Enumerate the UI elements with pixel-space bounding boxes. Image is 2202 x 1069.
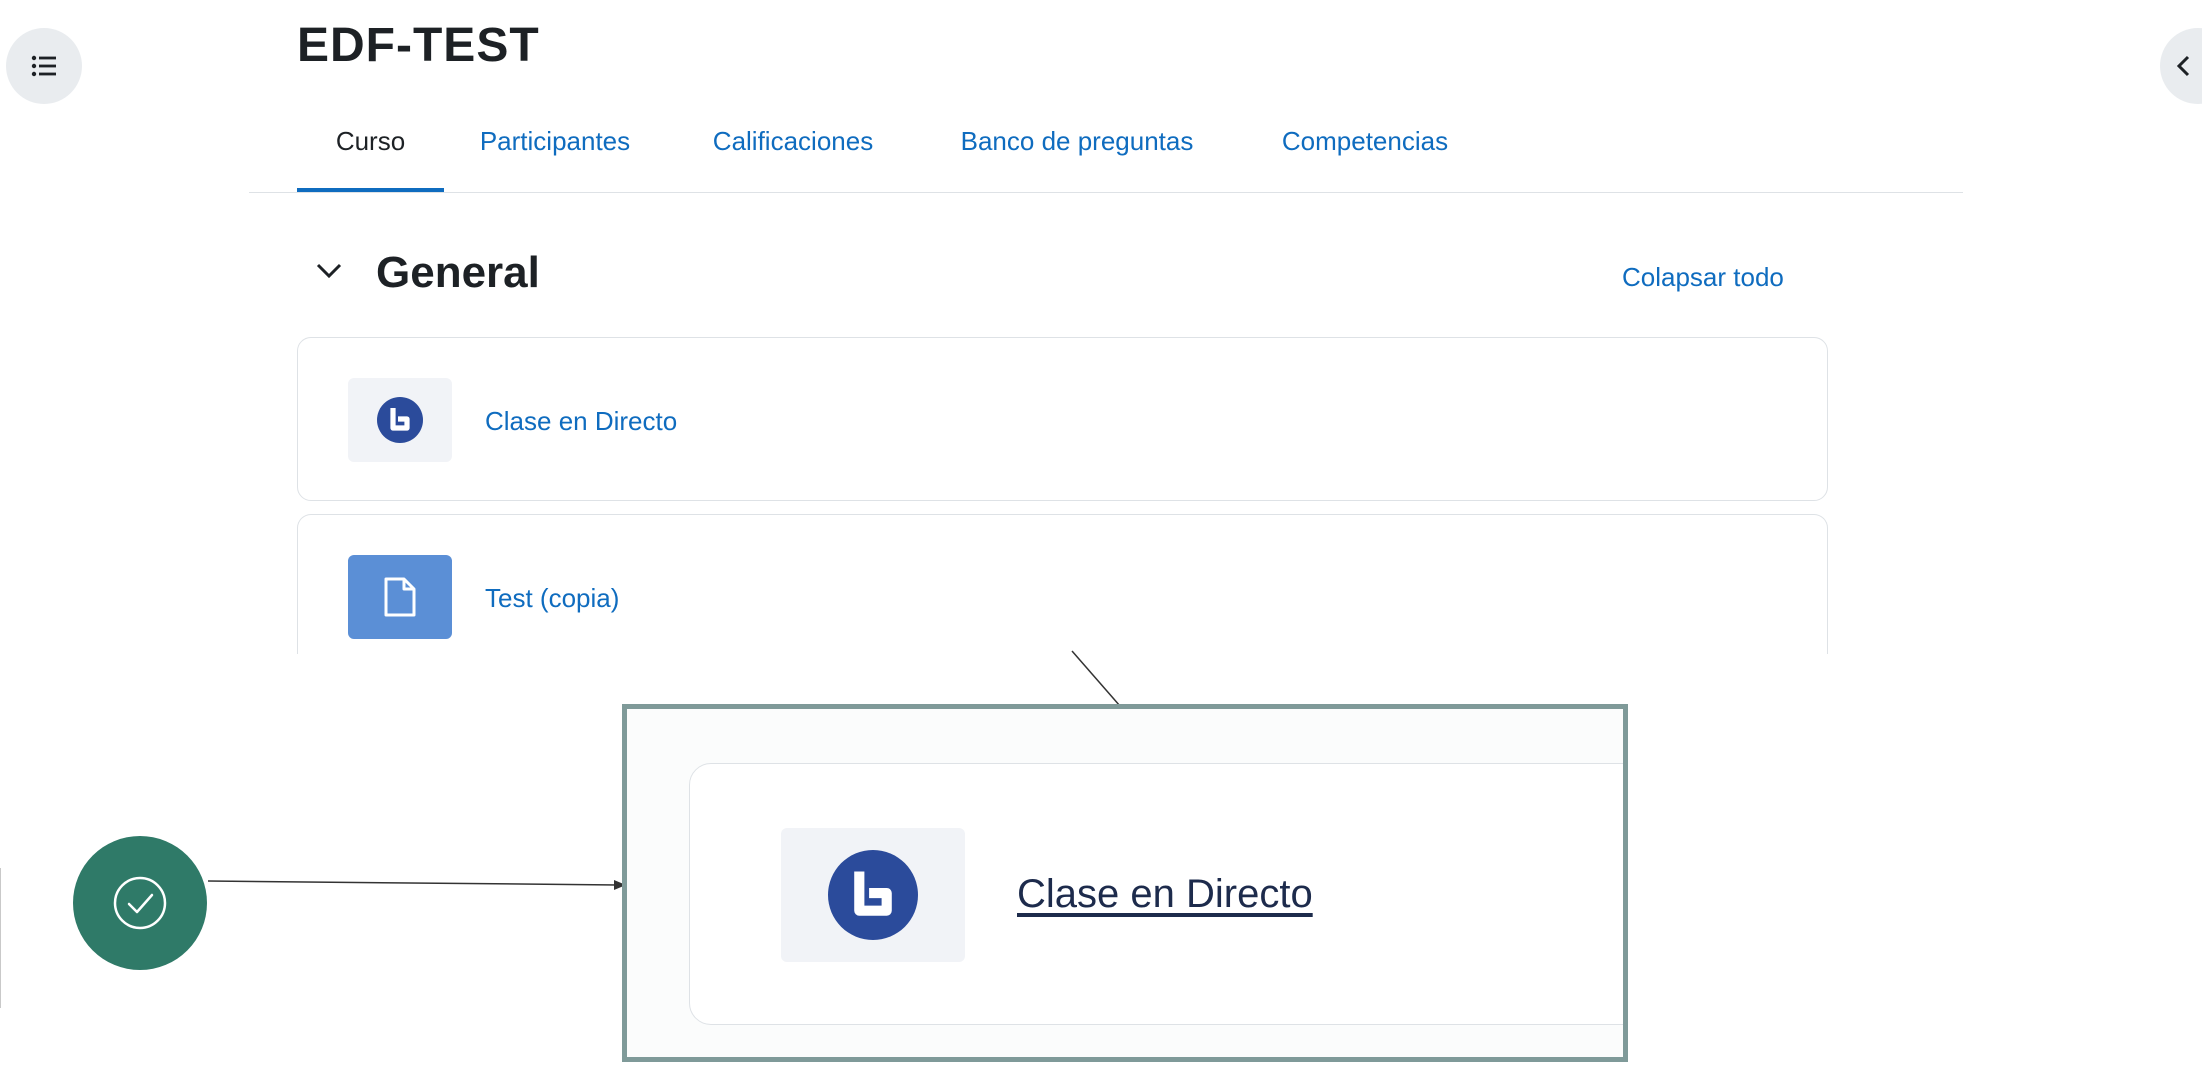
check-circle-icon [113, 876, 167, 930]
activity-card: Clase en Directo [297, 337, 1828, 501]
course-index-toggle-button[interactable] [6, 28, 82, 104]
section-title: General [376, 248, 540, 297]
activity-link[interactable]: Clase en Directo [485, 406, 677, 437]
zoom-activity-icon-box [781, 828, 965, 962]
tab-curso[interactable]: Curso [297, 124, 444, 192]
activity-card: Test (copia) [297, 514, 1828, 654]
check-badge [73, 836, 207, 970]
activity-icon-box [348, 555, 452, 639]
tab-competencias[interactable]: Competencias [1261, 124, 1469, 192]
zoom-activity-card: Clase en Directo [689, 763, 1623, 1025]
bigbluebutton-icon [828, 850, 918, 940]
course-title: EDF-TEST [297, 19, 540, 72]
zoom-activity-link[interactable]: Clase en Directo [1017, 872, 1313, 917]
tab-participantes[interactable]: Participantes [465, 124, 645, 192]
file-icon [384, 577, 416, 617]
tab-calificaciones[interactable]: Calificaciones [695, 124, 891, 192]
chevron-left-icon [2176, 55, 2190, 77]
edge-divider [0, 868, 1, 1008]
bigbluebutton-icon [377, 397, 423, 443]
list-icon [31, 55, 56, 77]
collapse-all-link[interactable]: Colapsar todo [1622, 262, 1784, 293]
activity-icon-box [348, 378, 452, 462]
zoom-callout: Clase en Directo [622, 704, 1628, 1062]
course-tabs: Curso Participantes Calificaciones Banco… [249, 110, 1963, 193]
chevron-down-icon[interactable] [316, 263, 342, 279]
tab-banco-de-preguntas[interactable]: Banco de preguntas [941, 124, 1213, 192]
block-drawer-toggle-button[interactable] [2160, 28, 2202, 104]
activity-link[interactable]: Test (copia) [485, 583, 619, 614]
